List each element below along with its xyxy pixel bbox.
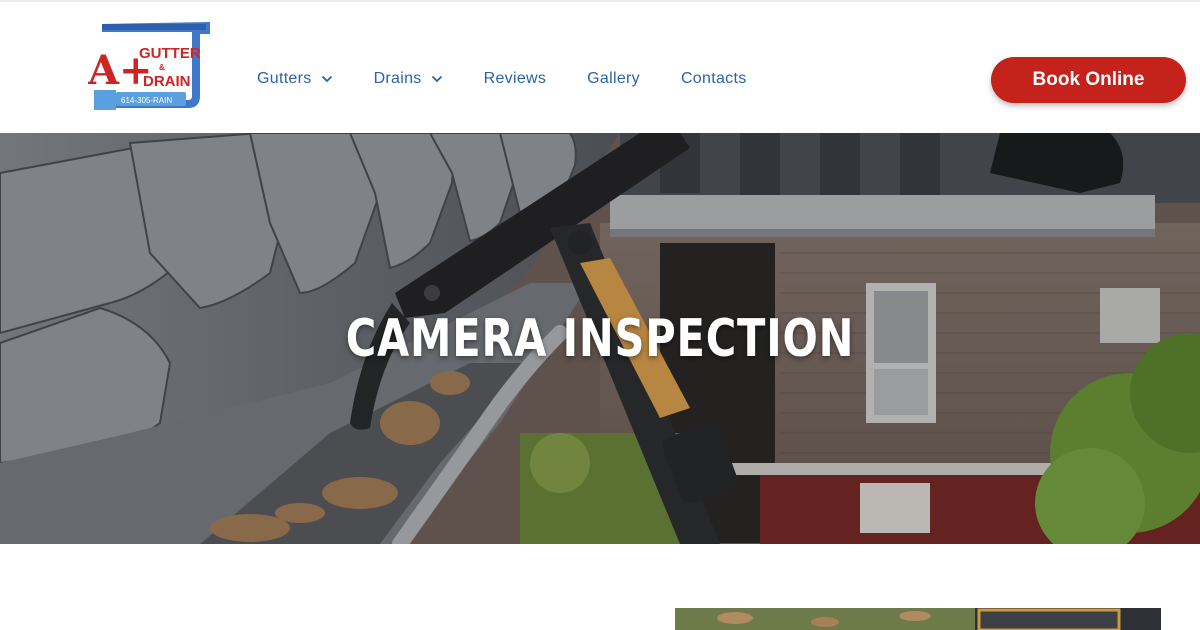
hero-title: CAMERA INSPECTION — [345, 309, 855, 369]
chevron-down-icon — [431, 75, 442, 83]
content-image — [675, 608, 1161, 630]
logo-text-drain: DRAIN — [143, 73, 191, 90]
main-nav: Gutters Drains Reviews Gallery Contacts — [257, 70, 788, 88]
chevron-down-icon — [321, 75, 332, 83]
nav-item-gutters[interactable]: Gutters — [257, 70, 333, 88]
content-image-graphic — [675, 608, 1161, 630]
hero-banner: CAMERA INSPECTION — [0, 133, 1200, 544]
nav-item-label: Reviews — [483, 70, 547, 87]
nav-item-drains[interactable]: Drains — [374, 70, 443, 88]
logo-text-gutter: GUTTER — [139, 45, 201, 62]
nav-item-label: Contacts — [680, 70, 747, 87]
logo-phone: 614-305-RAIN — [121, 96, 172, 105]
content-section — [0, 544, 1200, 630]
logo[interactable]: A+ GUTTER & DRAIN 614-305-RAIN — [87, 20, 214, 114]
nav-item-label: Gallery — [587, 70, 640, 87]
logo-graphic: A+ GUTTER & DRAIN 614-305-RAIN — [87, 22, 210, 110]
site-header: A+ GUTTER & DRAIN 614-305-RAIN Gutters D… — [0, 0, 1200, 133]
nav-item-label: Drains — [373, 70, 422, 87]
nav-item-contacts[interactable]: Contacts — [681, 70, 747, 88]
book-online-button[interactable]: Book Online — [991, 57, 1186, 103]
nav-item-label: Gutters — [257, 70, 312, 87]
nav-item-gallery[interactable]: Gallery — [587, 70, 640, 88]
logo-text-amp: & — [159, 63, 165, 72]
nav-item-reviews[interactable]: Reviews — [484, 70, 547, 88]
